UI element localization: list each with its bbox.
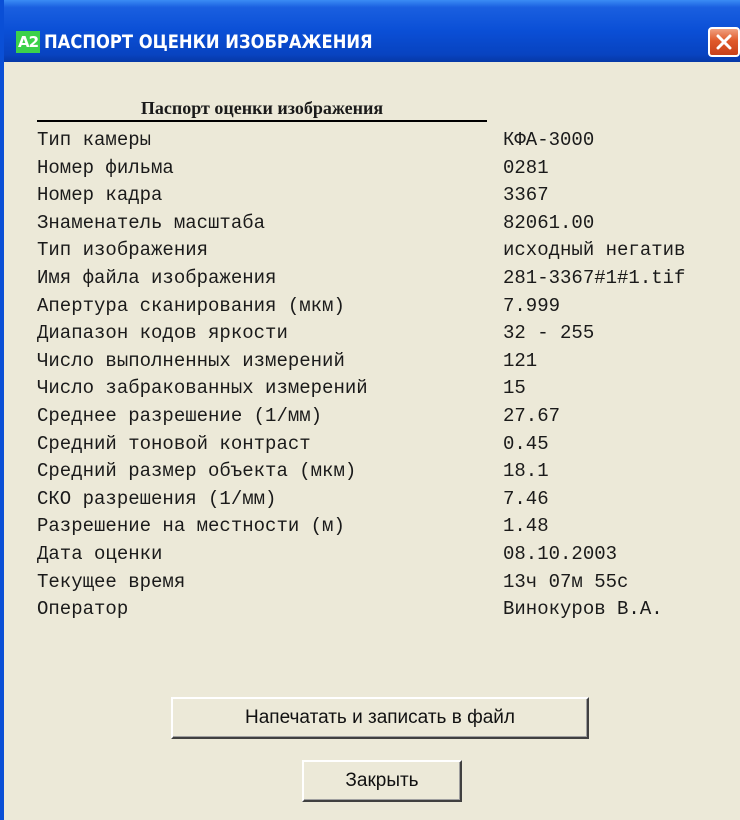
row-label: Имя файла изображения: [37, 267, 277, 289]
row-value: 27.67: [503, 405, 561, 427]
row-label: Диапазон кодов яркости: [37, 322, 288, 345]
row-label: Номер кадра: [37, 184, 163, 207]
report-row: Номер кадра 3367: [37, 181, 737, 209]
row-value: 7.46: [503, 487, 549, 510]
report-row: Средний тоновой контраст 0.45: [37, 430, 737, 458]
row-value: 0281: [503, 156, 549, 179]
row-value: КФА-3000: [503, 129, 595, 151]
row-label: Тип камеры: [37, 129, 152, 151]
passport-window: A2 ПАСПОРТ ОЦЕНКИ ИЗОБРАЖЕНИЯ Паспорт оц…: [0, 0, 740, 820]
a2-app-icon: A2: [16, 31, 40, 53]
report-row: Разрешение на местности (м) 1.48: [37, 512, 737, 540]
print-and-save-button[interactable]: Напечатать и записать в файл: [171, 697, 589, 739]
report-row: Число забракованных измерений 15: [37, 374, 737, 402]
row-value: исходный негатив: [503, 239, 686, 262]
row-label: Число выполненных измерений: [37, 349, 345, 372]
report-row: Имя файла изображения 281-3367#1#1.tif: [37, 264, 737, 292]
row-label: Число забракованных измерений: [37, 377, 368, 400]
row-value: 82061.00: [503, 211, 595, 234]
row-label: Апертура сканирования (мкм): [37, 294, 345, 317]
report-row: Дата оценки 08.10.2003: [37, 540, 737, 568]
row-value: 1.48: [503, 515, 549, 538]
row-value: 121: [503, 349, 538, 372]
row-value: 18.1: [503, 460, 549, 483]
row-value: 281-3367#1#1.tif: [503, 267, 686, 289]
report-row: Среднее разрешение (1/мм) 27.67: [37, 402, 737, 430]
row-value: 0.45: [503, 432, 549, 455]
report-header: Паспорт оценки изображения: [37, 96, 487, 122]
row-value: 7.999: [503, 294, 561, 317]
row-value: 13ч 07м 55с: [503, 570, 629, 593]
row-label: Среднее разрешение (1/мм): [37, 405, 323, 427]
row-label: Дата оценки: [37, 543, 163, 565]
row-label: Оператор: [37, 598, 129, 621]
report-row: Число выполненных измерений 121: [37, 347, 737, 375]
row-label: Знаменатель масштаба: [37, 211, 266, 234]
report-row: Апертура сканирования (мкм) 7.999: [37, 292, 737, 320]
row-label: Номер фильма: [37, 156, 174, 179]
row-label: Тип изображения: [37, 239, 209, 262]
row-value: 3367: [503, 184, 549, 207]
title-bar[interactable]: A2 ПАСПОРТ ОЦЕНКИ ИЗОБРАЖЕНИЯ: [4, 0, 740, 62]
close-button[interactable]: Закрыть: [302, 760, 462, 802]
report-row: Тип изображения исходный негатив: [37, 236, 737, 264]
report-row: Диапазон кодов яркости 32 - 255: [37, 319, 737, 347]
row-label: Средний размер объекта (мкм): [37, 460, 357, 483]
report-row: Тип камеры КФА-3000: [37, 126, 737, 154]
report-row: Текущее время 13ч 07м 55с: [37, 568, 737, 596]
report-row: Средний размер объекта (мкм) 18.1: [37, 457, 737, 485]
window-title: ПАСПОРТ ОЦЕНКИ ИЗОБРАЖЕНИЯ: [44, 31, 373, 53]
row-label: Текущее время: [37, 570, 186, 593]
row-label: Разрешение на местности (м): [37, 515, 345, 538]
row-value: 32 - 255: [503, 322, 595, 345]
close-icon: [716, 34, 732, 50]
row-value: Винокуров В.А.: [503, 598, 663, 621]
row-label: Средний тоновой контраст: [37, 432, 311, 455]
row-label: СКО разрешения (1/мм): [37, 487, 277, 510]
report-row: СКО разрешения (1/мм) 7.46: [37, 485, 737, 513]
row-value: 08.10.2003: [503, 543, 618, 565]
report-row: Знаменатель масштаба 82061.00: [37, 209, 737, 237]
window-close-button[interactable]: [708, 27, 740, 57]
row-value: 15: [503, 377, 526, 400]
report-row: Номер фильма 0281: [37, 154, 737, 182]
report-row: Оператор Винокуров В.А.: [37, 595, 737, 623]
